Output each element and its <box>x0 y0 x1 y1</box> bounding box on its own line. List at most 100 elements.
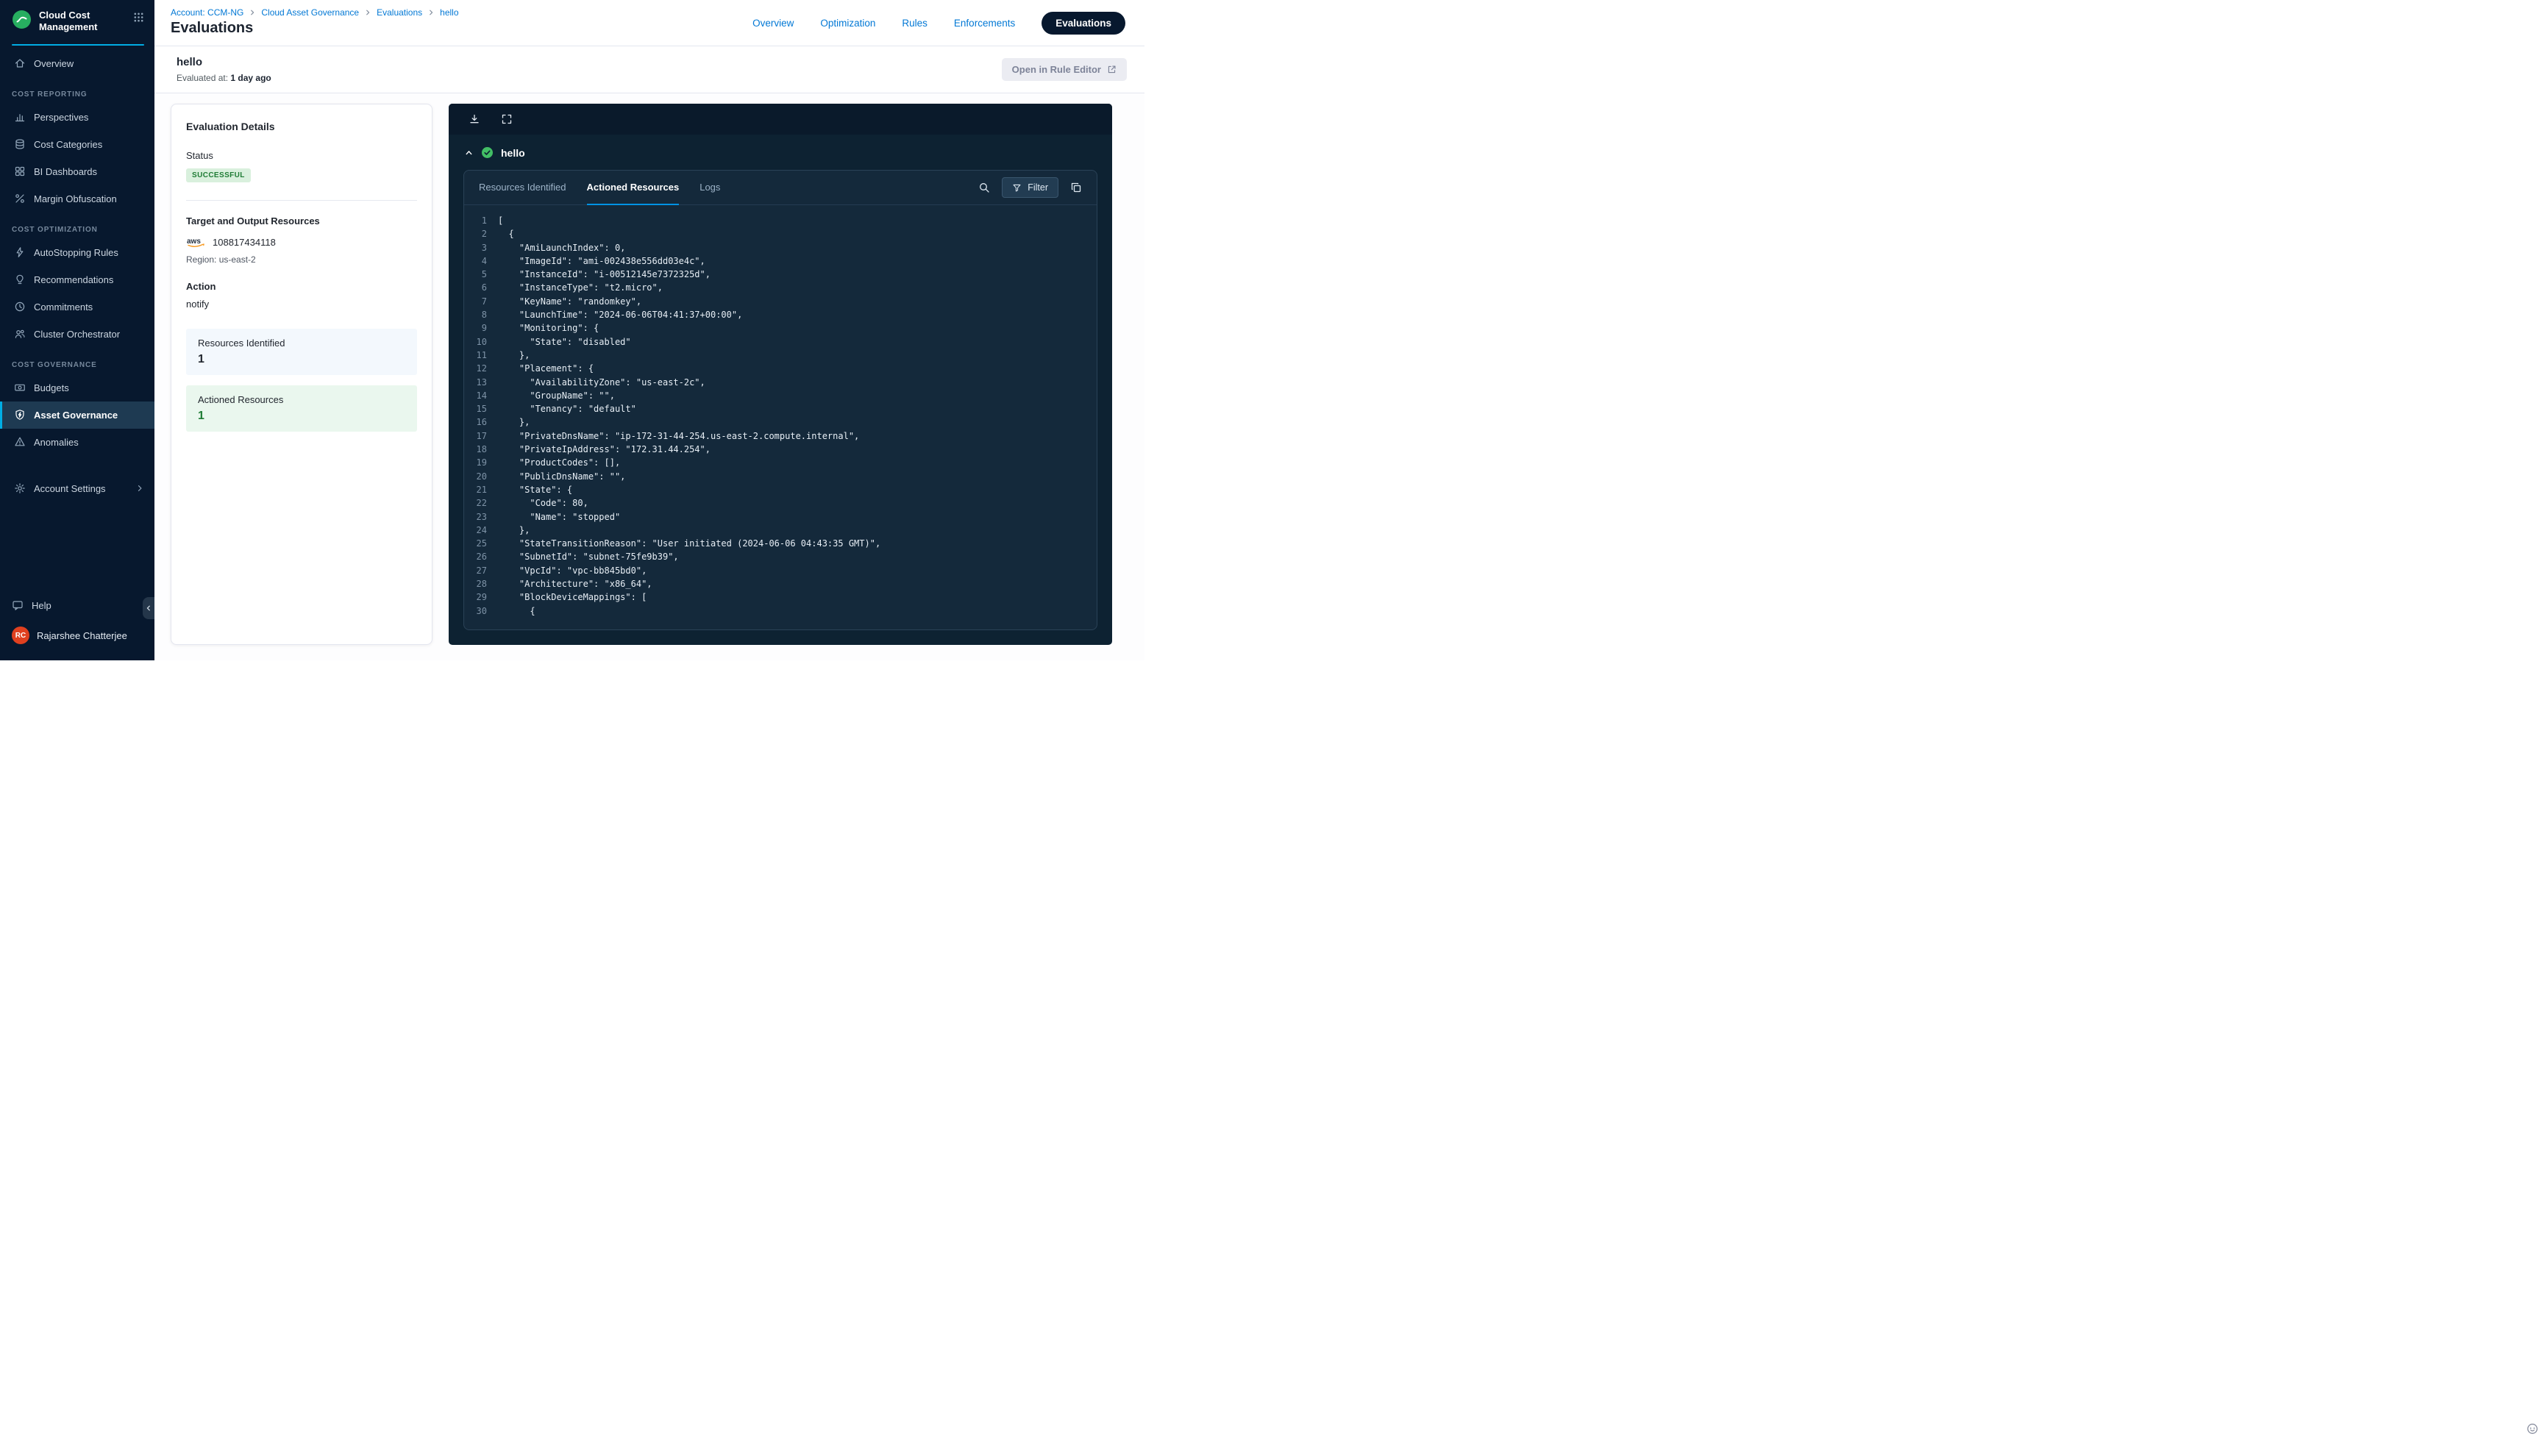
sidebar-item-cluster-orchestrator[interactable]: Cluster Orchestrator <box>0 321 154 348</box>
sidebar-item-label: Commitments <box>34 301 93 313</box>
open-rule-editor-label: Open in Rule Editor <box>1012 64 1101 75</box>
sidebar: Cloud Cost Management OverviewCOST REPOR… <box>0 0 154 660</box>
governance-icon <box>14 409 26 421</box>
details-title: Evaluation Details <box>186 121 417 132</box>
evaluation-details-card: Evaluation Details Status SUCCESSFUL Tar… <box>171 104 432 645</box>
line-number: 14 <box>464 389 498 402</box>
percent-icon <box>14 193 26 204</box>
user-menu[interactable]: RC Rajarshee Chatterjee <box>0 619 154 652</box>
sidebar-item-margin-obfuscation[interactable]: Margin Obfuscation <box>0 185 154 213</box>
aida-assistant-icon[interactable] <box>2526 1422 2539 1435</box>
line-content: "Name": "stopped" <box>498 510 620 524</box>
code-line: 27 "VpcId": "vpc-bb845bd0", <box>464 564 1097 577</box>
line-content: { <box>498 227 514 240</box>
help-button[interactable]: Help <box>0 591 154 619</box>
line-content: "State": { <box>498 483 572 496</box>
sidebar-item-commitments[interactable]: Commitments <box>0 293 154 321</box>
collapse-chevron-up-icon[interactable] <box>464 148 474 157</box>
line-number: 22 <box>464 496 498 510</box>
breadcrumb-link-account-ccm-ng[interactable]: Account: CCM-NG <box>171 7 243 18</box>
tabs-row: Resources Identified Actioned Resources Lo… <box>464 171 1097 205</box>
code-line: 23 "Name": "stopped" <box>464 510 1097 524</box>
code-line: 10 "State": "disabled" <box>464 335 1097 349</box>
line-content: [ <box>498 214 503 227</box>
action-value: notify <box>186 299 417 310</box>
sidebar-item-label: Anomalies <box>34 437 79 448</box>
breadcrumb-separator-icon <box>427 9 435 16</box>
sidebar-item-asset-governance[interactable]: Asset Governance <box>0 402 154 429</box>
sidebar-item-label: BI Dashboards <box>34 166 97 177</box>
line-number: 8 <box>464 308 498 321</box>
line-number: 9 <box>464 321 498 335</box>
line-number: 2 <box>464 227 498 240</box>
nav-overview[interactable]: Overview <box>752 18 794 29</box>
node-title: hello <box>501 147 525 159</box>
line-number: 23 <box>464 510 498 524</box>
autostopping-icon <box>14 246 26 258</box>
open-rule-editor-button[interactable]: Open in Rule Editor <box>1002 58 1127 81</box>
clock-icon <box>14 301 26 313</box>
sidebar-item-overview[interactable]: Overview <box>0 50 154 77</box>
sidebar-item-account-settings[interactable]: Account Settings <box>0 475 154 502</box>
search-icon[interactable] <box>978 182 990 193</box>
line-number: 16 <box>464 415 498 429</box>
filter-label: Filter <box>1028 182 1048 193</box>
line-content: }, <box>498 524 530 537</box>
nav-enforcements[interactable]: Enforcements <box>954 18 1015 29</box>
line-number: 7 <box>464 295 498 308</box>
resource-json-card: Resources Identified Actioned Resources Lo… <box>463 170 1097 630</box>
app-switcher-icon[interactable] <box>133 10 144 23</box>
brand: Cloud Cost Management <box>0 0 154 41</box>
sidebar-item-bi-dashboards[interactable]: BI Dashboards <box>0 158 154 185</box>
nav-evaluations[interactable]: Evaluations <box>1042 12 1125 35</box>
sidebar-item-budgets[interactable]: Budgets <box>0 374 154 402</box>
breadcrumb-link-evaluations[interactable]: Evaluations <box>377 7 422 18</box>
home-icon <box>14 57 26 69</box>
tab-actioned-resources[interactable]: Actioned Resources <box>587 171 680 205</box>
module-nav: Overview Optimization Rules Enforcements Eva… <box>752 0 1125 46</box>
sidebar-item-anomalies[interactable]: Anomalies <box>0 429 154 456</box>
line-number: 18 <box>464 443 498 456</box>
line-content: "LaunchTime": "2024-06-06T04:41:37+00:00… <box>498 308 742 321</box>
sidebar-item-recommendations[interactable]: Recommendations <box>0 266 154 293</box>
json-code-viewer[interactable]: 1[2 {3 "AmiLaunchIndex": 0,4 "ImageId": … <box>464 205 1097 629</box>
nav-rules[interactable]: Rules <box>902 18 928 29</box>
copy-icon[interactable] <box>1070 182 1082 193</box>
budget-icon <box>14 382 26 393</box>
code-line: 22 "Code": 80, <box>464 496 1097 510</box>
sidebar-item-cost-categories[interactable]: Cost Categories <box>0 131 154 158</box>
line-number: 10 <box>464 335 498 349</box>
sidebar-item-autostopping-rules[interactable]: AutoStopping Rules <box>0 239 154 266</box>
download-icon[interactable] <box>469 113 480 125</box>
code-line: 8 "LaunchTime": "2024-06-06T04:41:37+00:… <box>464 308 1097 321</box>
line-content: "AmiLaunchIndex": 0, <box>498 241 625 254</box>
line-number: 27 <box>464 564 498 577</box>
line-content: "ImageId": "ami-002438e556dd03e4c", <box>498 254 705 268</box>
line-number: 28 <box>464 577 498 590</box>
line-content: "SubnetId": "subnet-75fe9b39", <box>498 550 679 563</box>
tab-resources-identified[interactable]: Resources Identified <box>479 171 566 205</box>
filter-button[interactable]: Filter <box>1002 177 1058 198</box>
cluster-icon <box>14 328 26 340</box>
nav-optimization[interactable]: Optimization <box>820 18 875 29</box>
target-account-id: 108817434118 <box>213 237 276 248</box>
svg-text:aws: aws <box>187 238 201 246</box>
sidebar-item-perspectives[interactable]: Perspectives <box>0 104 154 131</box>
user-name: Rajarshee Chatterjee <box>37 630 127 641</box>
line-content: "KeyName": "randomkey", <box>498 295 641 308</box>
code-line: 19 "ProductCodes": [], <box>464 456 1097 469</box>
breadcrumb-link-hello[interactable]: hello <box>440 7 458 18</box>
code-line: 15 "Tenancy": "default" <box>464 402 1097 415</box>
breadcrumb-link-cloud-asset-governance[interactable]: Cloud Asset Governance <box>261 7 359 18</box>
code-line: 29 "BlockDeviceMappings": [ <box>464 590 1097 604</box>
help-chat-icon <box>12 599 24 611</box>
sidebar-collapse-button[interactable] <box>143 597 154 619</box>
evaluation-node-row: hello <box>449 135 1112 166</box>
target-account-row: aws 108817434118 <box>186 236 417 249</box>
anomaly-icon <box>14 436 26 448</box>
line-content: "ProductCodes": [], <box>498 456 620 469</box>
tab-logs[interactable]: Logs <box>699 171 720 205</box>
external-link-icon <box>1107 65 1117 74</box>
line-content: "State": "disabled" <box>498 335 631 349</box>
fullscreen-icon[interactable] <box>501 113 513 125</box>
